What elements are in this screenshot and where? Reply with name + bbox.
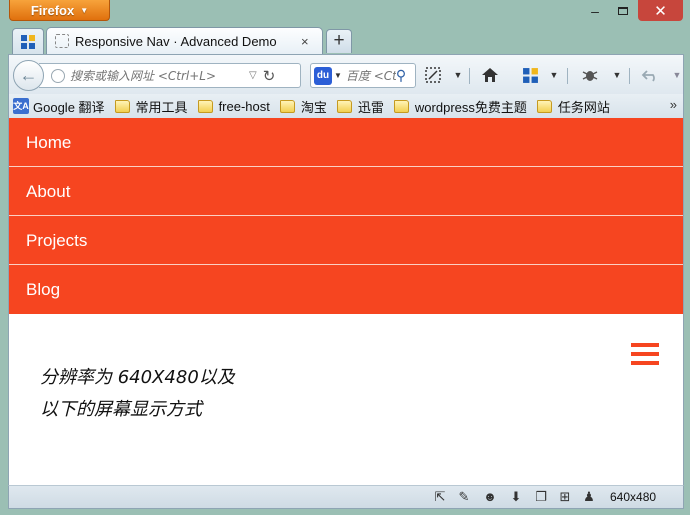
globe-icon	[51, 68, 65, 83]
bookmark-label: 常用工具	[135, 99, 188, 115]
firefox-menu-label: Firefox	[30, 2, 75, 18]
apps-button[interactable]	[519, 65, 541, 85]
note-line: 以下的屏幕显示方式	[40, 399, 202, 420]
mask-icon[interactable]: ☻	[481, 489, 499, 505]
status-bar: ⇱ ✎ ☻ ⬇ ❐ ⊞ ♟ 640x480	[8, 485, 684, 509]
back-button[interactable]: ←	[13, 60, 44, 91]
reload-icon[interactable]: ↻	[263, 67, 276, 85]
folder-icon	[279, 99, 295, 113]
toolbar-separator	[567, 68, 568, 84]
resolution-note: 分辨率为 640X480以及 以下的屏幕显示方式	[40, 362, 300, 426]
hamburger-menu-icon[interactable]	[631, 343, 659, 365]
maximize-button[interactable]	[610, 0, 636, 21]
download-icon[interactable]: ⬇	[507, 489, 525, 505]
home-button[interactable]	[479, 65, 501, 85]
navigation-toolbar: ▽ ↻ ← du ▼ ⚲ ▼ ▼ ▼ ▼	[8, 54, 684, 94]
bookmark-folder-wordpress[interactable]: wordpress免费主题	[393, 97, 527, 116]
toolbar-separator	[469, 68, 470, 84]
bookmark-label: 任务网站	[557, 99, 610, 115]
baidu-engine-icon[interactable]: du	[314, 66, 332, 85]
search-input[interactable]	[345, 68, 396, 83]
maximize-icon	[618, 6, 628, 15]
title-bar: Firefox ▼ – ✕	[0, 0, 690, 26]
nav-item-blog[interactable]: Blog	[9, 265, 683, 314]
undo-close-button[interactable]	[639, 65, 663, 85]
hamburger-bar	[631, 352, 659, 356]
tab-strip: Responsive Nav · Advanced Demo × +	[8, 26, 684, 54]
bookmark-folder-xunlei[interactable]: 迅雷	[336, 97, 384, 116]
google-translate-icon: 文A	[13, 98, 29, 114]
windows-icon[interactable]: ❐	[532, 489, 550, 505]
bookmark-label: 迅雷	[357, 99, 384, 115]
home-icon	[482, 68, 498, 82]
page-favicon-icon	[55, 34, 69, 48]
folder-icon	[114, 99, 130, 113]
responsive-nav-menu: Home About Projects Blog	[9, 118, 683, 314]
search-icon[interactable]: ⚲	[396, 67, 406, 84]
engine-dropdown-icon[interactable]: ▼	[334, 71, 342, 80]
apps-icon	[522, 67, 538, 83]
url-bar[interactable]: ▽ ↻	[39, 63, 301, 88]
nav-item-projects[interactable]: Projects	[9, 216, 683, 265]
folder-icon	[393, 99, 409, 113]
firebug-button[interactable]	[579, 65, 601, 85]
nav-item-about[interactable]: About	[9, 167, 683, 216]
undo-dropdown-icon[interactable]: ▼	[673, 65, 682, 85]
bookmark-label: free-host	[218, 98, 270, 114]
note-line: 分辨率为 640X480以及	[40, 367, 235, 388]
bookmark-folder-tools[interactable]: 常用工具	[114, 97, 188, 116]
close-window-button[interactable]: ✕	[638, 0, 683, 21]
history-dropdown-icon[interactable]: ▽	[249, 70, 257, 81]
bookmark-folder-free-host[interactable]: free-host	[197, 98, 270, 114]
bookmark-google-translate[interactable]: 文A Google 翻译	[13, 97, 105, 116]
bookmark-label: wordpress免费主题	[414, 99, 527, 115]
bookmarks-toolbar: 文A Google 翻译 常用工具 free-host 淘宝 迅雷 wordpr…	[8, 94, 684, 118]
screenshot-dropdown-icon[interactable]: ▼	[453, 65, 463, 85]
toolbar-separator	[629, 68, 630, 84]
window-resolution-label[interactable]: 640x480	[610, 490, 656, 504]
minimize-button[interactable]: –	[582, 0, 608, 21]
new-tab-button[interactable]: +	[326, 29, 352, 53]
url-input[interactable]	[70, 68, 245, 83]
bookmark-label: Google 翻译	[33, 99, 105, 115]
resize-icon[interactable]: ⇱	[431, 489, 449, 505]
folder-icon	[336, 99, 352, 113]
hamburger-bar	[631, 361, 659, 365]
search-bar[interactable]: du ▼ ⚲	[310, 63, 416, 88]
user-icon[interactable]: ♟	[580, 489, 598, 505]
bookmark-folder-tasks[interactable]: 任务网站	[536, 97, 610, 116]
apps-dropdown-icon[interactable]: ▼	[549, 65, 559, 85]
page-content: Home About Projects Blog 分辨率为 640X480以及 …	[8, 118, 684, 485]
bookmark-folder-taobao[interactable]: 淘宝	[279, 97, 327, 116]
bug-icon	[582, 71, 598, 81]
screenshot-tool-icon[interactable]	[423, 65, 443, 85]
addon-icon[interactable]: ⊞	[556, 489, 574, 505]
caret-down-icon: ▼	[80, 5, 89, 15]
bookmarks-overflow-button[interactable]: »	[670, 97, 677, 112]
hamburger-bar	[631, 343, 659, 347]
apps-grid-icon	[21, 34, 35, 49]
folder-icon	[536, 99, 552, 113]
firebug-dropdown-icon[interactable]: ▼	[612, 65, 622, 85]
brush-icon[interactable]: ✎	[455, 489, 473, 505]
tab-responsive-nav[interactable]: Responsive Nav · Advanced Demo ×	[46, 27, 323, 54]
crop-icon	[425, 67, 441, 83]
close-tab-icon[interactable]: ×	[301, 34, 309, 49]
bookmark-label: 淘宝	[300, 99, 327, 115]
folder-icon	[197, 99, 213, 113]
firefox-menu-button[interactable]: Firefox ▼	[9, 0, 110, 21]
tab-title: Responsive Nav · Advanced Demo	[75, 33, 277, 49]
undo-icon	[641, 70, 655, 82]
nav-item-home[interactable]: Home	[9, 118, 683, 167]
pinned-tab[interactable]	[12, 28, 44, 54]
back-arrow-icon: ←	[19, 65, 38, 85]
